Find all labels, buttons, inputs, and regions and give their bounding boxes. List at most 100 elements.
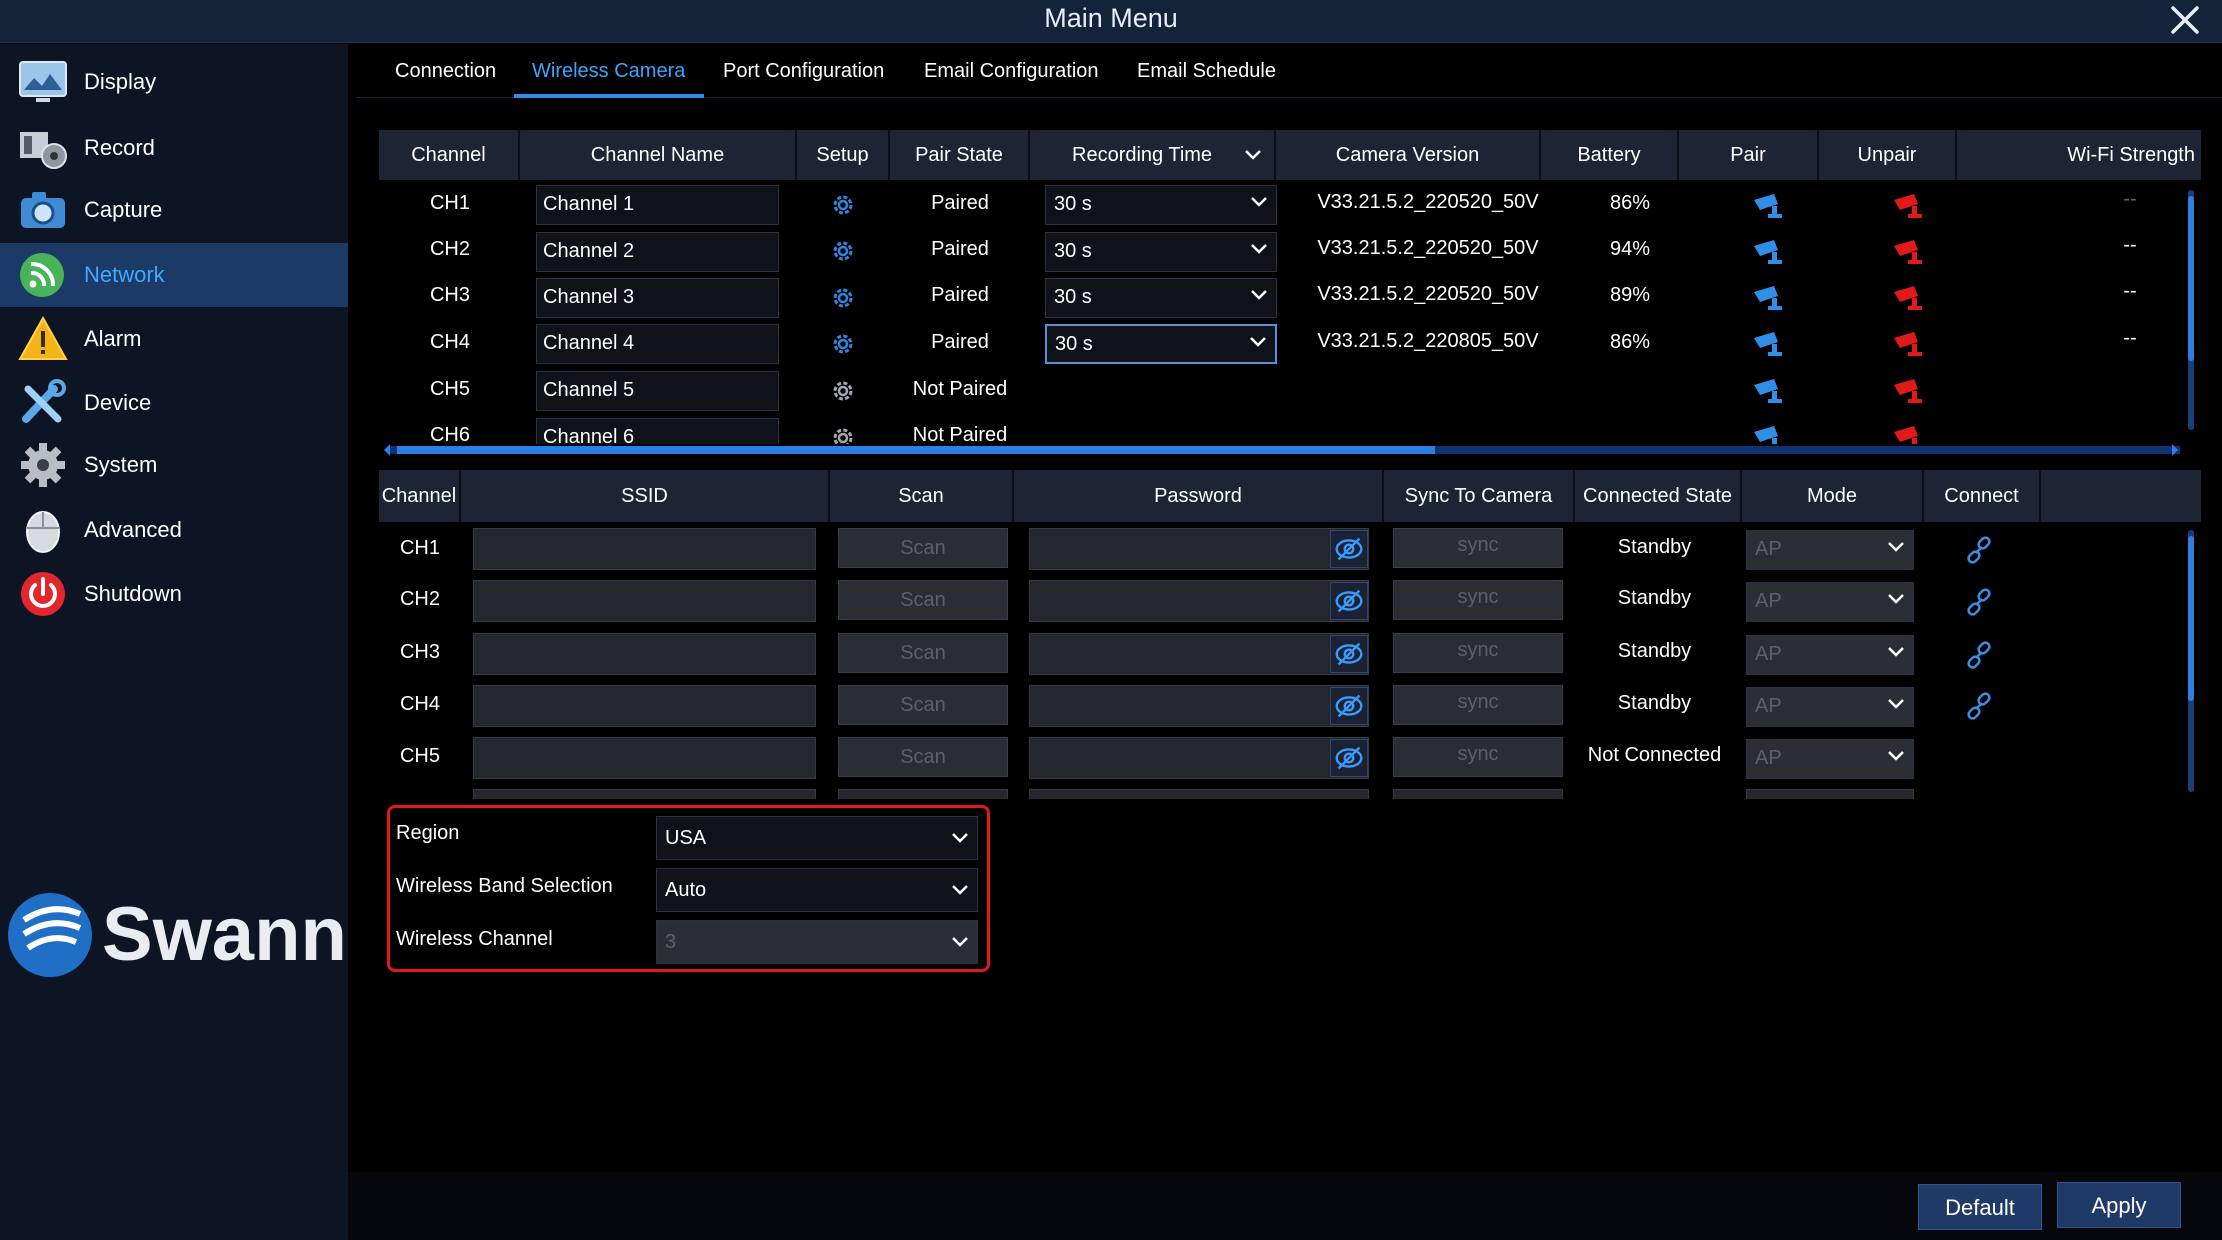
pair-camera-icon[interactable]: [1752, 422, 1786, 444]
sidebar-item-display[interactable]: Display: [0, 50, 348, 114]
tab-email-schedule[interactable]: Email Schedule: [1137, 60, 1276, 83]
cell-pair-state: Not Paired: [912, 424, 1008, 444]
link-icon[interactable]: [1965, 536, 1993, 564]
mode-select[interactable]: AP: [1746, 582, 1914, 622]
setup-gear-icon[interactable]: [830, 378, 856, 404]
setup-gear-icon[interactable]: [830, 285, 856, 311]
password-input[interactable]: [1029, 580, 1369, 622]
scroll-right-icon[interactable]: [2170, 443, 2180, 457]
channel-name-input[interactable]: Channel 5: [536, 371, 779, 411]
sync-button[interactable]: [1393, 789, 1563, 799]
recording-time-select[interactable]: 30 s: [1045, 324, 1277, 364]
ssid-input[interactable]: [473, 633, 816, 675]
unpair-camera-icon[interactable]: [1892, 236, 1926, 264]
hide-password-icon[interactable]: [1330, 687, 1368, 725]
scan-button[interactable]: Scan: [838, 633, 1008, 673]
password-input[interactable]: [1029, 528, 1369, 570]
scan-button[interactable]: Scan: [838, 685, 1008, 725]
password-input[interactable]: [1029, 737, 1369, 779]
unpair-camera-icon[interactable]: [1892, 375, 1926, 403]
password-input[interactable]: [1029, 789, 1369, 799]
sync-button[interactable]: sync: [1393, 528, 1563, 568]
setup-gear-icon[interactable]: [830, 331, 856, 357]
scan-button[interactable]: Scan: [838, 580, 1008, 620]
sidebar-item-device[interactable]: Device: [0, 371, 348, 435]
hide-password-icon[interactable]: [1330, 635, 1368, 673]
channel-name-input[interactable]: Channel 3: [536, 278, 779, 318]
tab-wireless-camera[interactable]: Wireless Camera: [532, 60, 685, 83]
alarm-icon: [18, 315, 68, 360]
camera-table-vscroll-thumb[interactable]: [2188, 196, 2194, 361]
mode-select[interactable]: AP: [1746, 530, 1914, 570]
channel-name-input[interactable]: Channel 2: [536, 232, 779, 272]
sidebar-item-record[interactable]: Record: [0, 116, 348, 180]
channel-name-input[interactable]: Channel 4: [536, 324, 779, 364]
sync-button[interactable]: sync: [1393, 580, 1563, 620]
hide-password-icon[interactable]: [1330, 530, 1368, 568]
tab-email-configuration[interactable]: Email Configuration: [924, 60, 1099, 83]
region-select[interactable]: USA: [656, 816, 978, 860]
sidebar-item-system[interactable]: System: [0, 433, 348, 497]
col-recording-time[interactable]: Recording Time: [1030, 130, 1276, 180]
unpair-camera-icon[interactable]: [1892, 282, 1926, 310]
mode-select[interactable]: [1746, 789, 1914, 799]
band-selection-select[interactable]: Auto: [656, 868, 978, 912]
sidebar-item-advanced[interactable]: Advanced: [0, 498, 348, 562]
scan-button[interactable]: Scan: [838, 737, 1008, 777]
setup-gear-icon[interactable]: [830, 192, 856, 218]
tab-connection[interactable]: Connection: [395, 60, 496, 83]
recording-time-select[interactable]: 30 s: [1045, 278, 1277, 318]
default-button[interactable]: Default: [1918, 1184, 2042, 1230]
mode-select[interactable]: AP: [1746, 635, 1914, 675]
close-icon[interactable]: [2168, 3, 2202, 37]
sidebar-item-shutdown[interactable]: Shutdown: [0, 562, 348, 626]
mode-select[interactable]: AP: [1746, 687, 1914, 727]
ssid-input[interactable]: [473, 528, 816, 570]
sync-button[interactable]: sync: [1393, 737, 1563, 777]
ssid-input[interactable]: [473, 685, 816, 727]
unpair-camera-icon[interactable]: [1892, 422, 1926, 444]
unpair-camera-icon[interactable]: [1892, 190, 1926, 218]
mode-select[interactable]: AP: [1746, 739, 1914, 779]
recording-time-select[interactable]: 30 s: [1045, 185, 1277, 225]
sidebar-item-capture[interactable]: Capture: [0, 178, 348, 242]
cell-connected-state: Standby: [1617, 536, 1692, 558]
password-input[interactable]: [1029, 685, 1369, 727]
recording-time-select[interactable]: 30 s: [1045, 232, 1277, 272]
pair-camera-icon[interactable]: [1752, 282, 1786, 310]
setup-gear-icon[interactable]: [830, 238, 856, 264]
password-input[interactable]: [1029, 633, 1369, 675]
pair-camera-icon[interactable]: [1752, 236, 1786, 264]
link-icon[interactable]: [1965, 692, 1993, 720]
apply-button[interactable]: Apply: [2057, 1182, 2181, 1228]
sync-button[interactable]: sync: [1393, 633, 1563, 673]
hide-password-icon[interactable]: [1330, 582, 1368, 620]
wireless-channel-select[interactable]: 3: [656, 920, 978, 964]
ssid-input[interactable]: [473, 789, 816, 799]
scroll-left-icon[interactable]: [382, 443, 392, 457]
setup-gear-icon[interactable]: [830, 425, 856, 444]
scan-button[interactable]: Scan: [838, 528, 1008, 568]
pair-camera-icon[interactable]: [1752, 375, 1786, 403]
cell-battery: 94%: [1609, 238, 1651, 260]
sync-button[interactable]: sync: [1393, 685, 1563, 725]
display-icon: [19, 61, 67, 102]
sidebar-item-network[interactable]: Network: [0, 243, 348, 307]
pair-camera-icon[interactable]: [1752, 190, 1786, 218]
pair-camera-icon[interactable]: [1752, 328, 1786, 356]
sidebar-item-alarm[interactable]: Alarm: [0, 307, 348, 371]
link-icon[interactable]: [1965, 588, 1993, 616]
camera-table-hscroll-thumb[interactable]: [397, 446, 1435, 454]
chevron-down-icon: [1251, 290, 1267, 300]
unpair-camera-icon[interactable]: [1892, 328, 1926, 356]
col-wifi-strength: Wi-Fi Strength: [2067, 143, 2195, 166]
tab-port-configuration[interactable]: Port Configuration: [723, 60, 884, 83]
link-icon[interactable]: [1965, 641, 1993, 669]
ssid-input[interactable]: [473, 580, 816, 622]
channel-name-input[interactable]: Channel 6: [536, 418, 779, 444]
ssid-input[interactable]: [473, 737, 816, 779]
scan-button[interactable]: [838, 789, 1008, 799]
wifi-table-vscroll-thumb[interactable]: [2188, 536, 2194, 701]
channel-name-input[interactable]: Channel 1: [536, 185, 779, 225]
hide-password-icon[interactable]: [1330, 739, 1368, 777]
